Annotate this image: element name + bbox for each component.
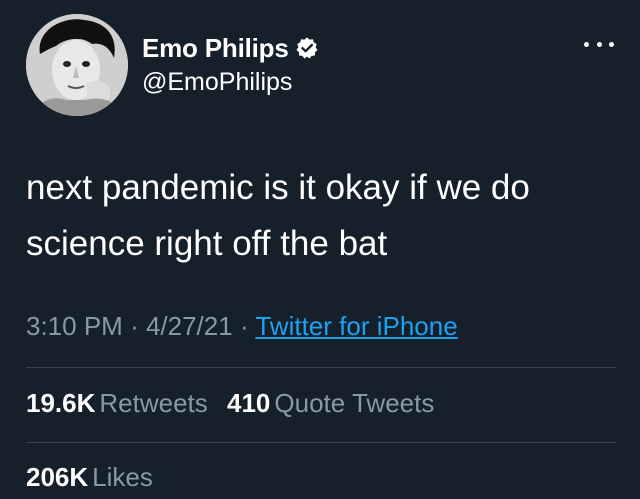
meta-separator: · [239, 311, 256, 341]
tweet-time[interactable]: 3:10 PM [26, 311, 123, 341]
verified-badge-icon [295, 36, 319, 60]
tweet-header: Emo Philips @EmoPhilips [26, 14, 616, 118]
more-dot [584, 41, 589, 47]
quote-tweets-label: Quote Tweets [274, 388, 435, 418]
author-block: Emo Philips @EmoPhilips [142, 32, 319, 97]
author-handle[interactable]: @EmoPhilips [142, 68, 319, 97]
likes-stat[interactable]: 206K Likes [26, 462, 153, 493]
display-name-row: Emo Philips [142, 32, 319, 64]
profile-photo-icon [26, 14, 128, 116]
tweet-card: Emo Philips @EmoPhilips next pandemic is… [0, 0, 640, 499]
more-options-icon[interactable] [584, 38, 614, 50]
quote-tweets-count: 410 [227, 388, 271, 418]
avatar[interactable] [26, 14, 128, 116]
tweet-text: next pandemic is it okay if we do scienc… [26, 168, 530, 263]
more-dot [596, 41, 602, 47]
engagement-stats: 19.6K Retweets 410 Quote Tweets [26, 388, 446, 419]
divider [26, 367, 616, 368]
retweets-label: Retweets [99, 388, 208, 418]
divider [26, 442, 616, 443]
tweet-meta: 3:10 PM · 4/27/21 · Twitter for iPhone [26, 311, 458, 342]
display-name[interactable]: Emo Philips [142, 33, 289, 64]
likes-count: 206K [26, 462, 89, 492]
retweets-count: 19.6K [26, 388, 96, 418]
meta-separator: · [130, 311, 146, 341]
more-dot [609, 41, 614, 47]
tweet-date[interactable]: 4/27/21 [146, 311, 233, 341]
likes-label: Likes [92, 462, 153, 492]
quote-tweets-stat[interactable]: 410 Quote Tweets [227, 388, 434, 419]
retweets-stat[interactable]: 19.6K Retweets [26, 388, 208, 419]
tweet-source-link[interactable]: Twitter for iPhone [255, 311, 457, 341]
